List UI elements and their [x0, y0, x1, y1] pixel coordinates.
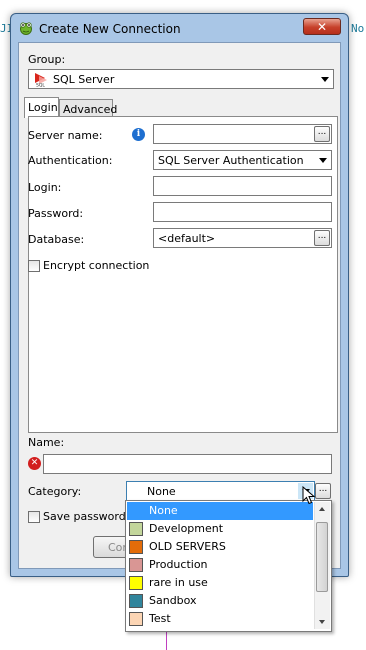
database-browse-button[interactable]: ... — [314, 230, 330, 246]
category-option-label: Development — [149, 522, 224, 535]
category-label: Category: — [28, 485, 82, 498]
database-input[interactable]: <default> — [153, 228, 332, 248]
server-name-input[interactable] — [153, 124, 332, 144]
name-input[interactable] — [43, 454, 332, 474]
login-label: Login: — [28, 181, 62, 194]
password-input[interactable] — [153, 202, 332, 222]
color-swatch-icon — [129, 558, 143, 572]
mouse-cursor-icon — [302, 486, 316, 505]
server-browse-button[interactable]: ... — [314, 126, 330, 142]
group-select[interactable]: SQL SQL Server — [28, 69, 334, 89]
group-label: Group: — [28, 53, 66, 66]
category-value: None — [147, 485, 176, 498]
title-bar[interactable]: Create New Connection ✕ — [11, 14, 348, 42]
category-edit-button[interactable]: ... — [315, 483, 331, 499]
server-name-label: Server name: — [28, 129, 103, 142]
scroll-up-icon[interactable] — [315, 502, 330, 517]
category-option-label: Sandbox — [149, 594, 197, 607]
authentication-label: Authentication: — [28, 154, 113, 167]
chevron-down-icon[interactable] — [317, 71, 332, 87]
tab-login-label: Login — [28, 101, 58, 114]
error-icon: ✕ — [28, 457, 41, 470]
chevron-down-icon[interactable] — [315, 152, 330, 168]
list-item[interactable]: Sandbox — [127, 592, 313, 610]
category-option-label: None — [149, 504, 178, 517]
color-swatch-icon — [129, 522, 143, 536]
encrypt-connection-label: Encrypt connection — [43, 259, 150, 272]
tab-login[interactable]: Login — [24, 97, 59, 118]
save-password-label: Save password — [43, 510, 126, 523]
scroll-down-icon[interactable] — [315, 614, 330, 629]
create-connection-dialog: Create New Connection ✕ Group: SQL SQL S… — [10, 13, 349, 577]
category-option-label: rare in use — [149, 576, 208, 589]
background-editor-text-right: No — [351, 22, 365, 35]
scrollbar-thumb[interactable] — [316, 522, 328, 592]
authentication-value: SQL Server Authentication — [158, 154, 304, 167]
dropdown-scrollbar[interactable] — [314, 502, 330, 629]
color-swatch-icon — [129, 540, 143, 554]
color-swatch-icon — [129, 594, 143, 608]
category-dropdown-list[interactable]: None Development OLD SERVERS Production … — [125, 500, 332, 632]
list-item[interactable]: Production — [127, 556, 313, 574]
list-item[interactable]: rare in use — [127, 574, 313, 592]
frog-app-icon — [20, 22, 32, 35]
login-input[interactable] — [153, 176, 332, 196]
name-label: Name: — [28, 436, 65, 449]
list-item[interactable]: Development — [127, 520, 313, 538]
list-item[interactable]: OLD SERVERS — [127, 538, 313, 556]
tab-advanced-label: Advanced — [63, 103, 118, 116]
category-option-label: Test — [149, 612, 171, 625]
group-value: SQL Server — [53, 73, 115, 86]
window-title: Create New Connection — [39, 22, 181, 36]
close-button[interactable]: ✕ — [303, 18, 341, 35]
save-password-checkbox[interactable] — [28, 511, 40, 523]
svg-text:SQL: SQL — [36, 83, 45, 88]
list-item[interactable]: Test — [127, 610, 313, 628]
list-item[interactable]: None — [127, 502, 313, 520]
database-value: <default> — [158, 232, 216, 245]
color-swatch-icon — [129, 612, 143, 626]
password-label: Password: — [28, 207, 84, 220]
category-select[interactable]: None — [126, 481, 315, 501]
color-swatch-icon — [129, 576, 143, 590]
info-icon[interactable]: i — [132, 128, 145, 141]
encrypt-connection-checkbox[interactable] — [28, 260, 40, 272]
database-label: Database: — [28, 233, 85, 246]
category-option-label: Production — [149, 558, 208, 571]
authentication-select[interactable]: SQL Server Authentication — [153, 150, 332, 170]
sql-server-icon: SQL — [35, 73, 47, 88]
category-option-label: OLD SERVERS — [149, 540, 226, 553]
